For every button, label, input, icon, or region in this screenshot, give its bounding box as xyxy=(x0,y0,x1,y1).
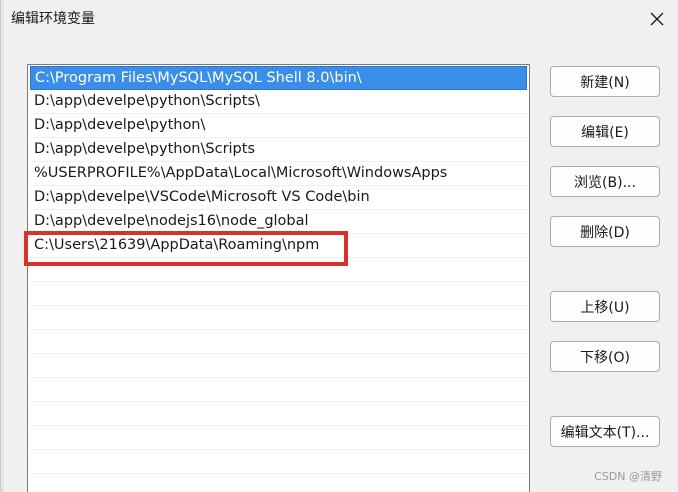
edit-env-variable-dialog: 编辑环境变量 C:\Program Files\MySQL\MySQL Shel… xyxy=(0,0,678,492)
move-up-button[interactable]: 上移(U) xyxy=(550,291,660,322)
path-item-text: D:\app\develpe\python\Scripts xyxy=(34,141,255,157)
path-list[interactable]: C:\Program Files\MySQL\MySQL Shell 8.0\b… xyxy=(27,64,530,492)
path-list-item[interactable]: D:\app\develpe\python\Scripts xyxy=(30,138,527,162)
empty-list-row[interactable] xyxy=(30,402,527,426)
path-list-item[interactable]: C:\Program Files\MySQL\MySQL Shell 8.0\b… xyxy=(30,66,527,90)
close-icon xyxy=(650,12,664,26)
path-item-text: D:\app\develpe\nodejs16\node_global xyxy=(34,213,309,229)
path-item-text: D:\app\develpe\VSCode\Microsoft VS Code\… xyxy=(34,189,370,205)
path-item-text: %USERPROFILE%\AppData\Local\Microsoft\Wi… xyxy=(34,165,448,181)
empty-list-row[interactable] xyxy=(30,330,527,354)
path-item-text: D:\app\develpe\python\Scripts\ xyxy=(34,93,260,109)
empty-list-row[interactable] xyxy=(30,306,527,330)
path-list-item[interactable]: C:\Users\21639\AppData\Roaming\npm xyxy=(30,234,527,258)
dialog-title: 编辑环境变量 xyxy=(11,11,95,27)
path-item-text: C:\Users\21639\AppData\Roaming\npm xyxy=(34,237,320,253)
path-item-text: D:\app\develpe\python\ xyxy=(34,117,206,133)
path-item-text: C:\Program Files\MySQL\MySQL Shell 8.0\b… xyxy=(35,70,362,86)
delete-button[interactable]: 删除(D) xyxy=(550,216,660,247)
path-list-item[interactable]: D:\app\develpe\nodejs16\node_global xyxy=(30,210,527,234)
edit-text-button[interactable]: 编辑文本(T)... xyxy=(550,416,660,447)
move-down-button[interactable]: 下移(O) xyxy=(550,341,660,372)
window-edge xyxy=(1,0,4,492)
edit-button[interactable]: 编辑(E) xyxy=(550,116,660,147)
close-button[interactable] xyxy=(641,4,673,34)
path-list-item[interactable]: D:\app\develpe\VSCode\Microsoft VS Code\… xyxy=(30,186,527,210)
path-list-item[interactable]: D:\app\develpe\python\Scripts\ xyxy=(30,90,527,114)
empty-list-row[interactable] xyxy=(30,426,527,450)
empty-list-row[interactable] xyxy=(30,378,527,402)
empty-list-row[interactable] xyxy=(30,258,527,282)
empty-list-row[interactable] xyxy=(30,354,527,378)
path-list-item[interactable]: D:\app\develpe\python\ xyxy=(30,114,527,138)
new-button[interactable]: 新建(N) xyxy=(550,66,660,97)
empty-list-row[interactable] xyxy=(30,450,527,474)
browse-button[interactable]: 浏览(B)... xyxy=(550,166,660,197)
empty-list-row[interactable] xyxy=(30,282,527,306)
path-list-item[interactable]: %USERPROFILE%\AppData\Local\Microsoft\Wi… xyxy=(30,162,527,186)
empty-list-row[interactable] xyxy=(30,474,527,492)
watermark: CSDN @清野 xyxy=(594,470,662,483)
